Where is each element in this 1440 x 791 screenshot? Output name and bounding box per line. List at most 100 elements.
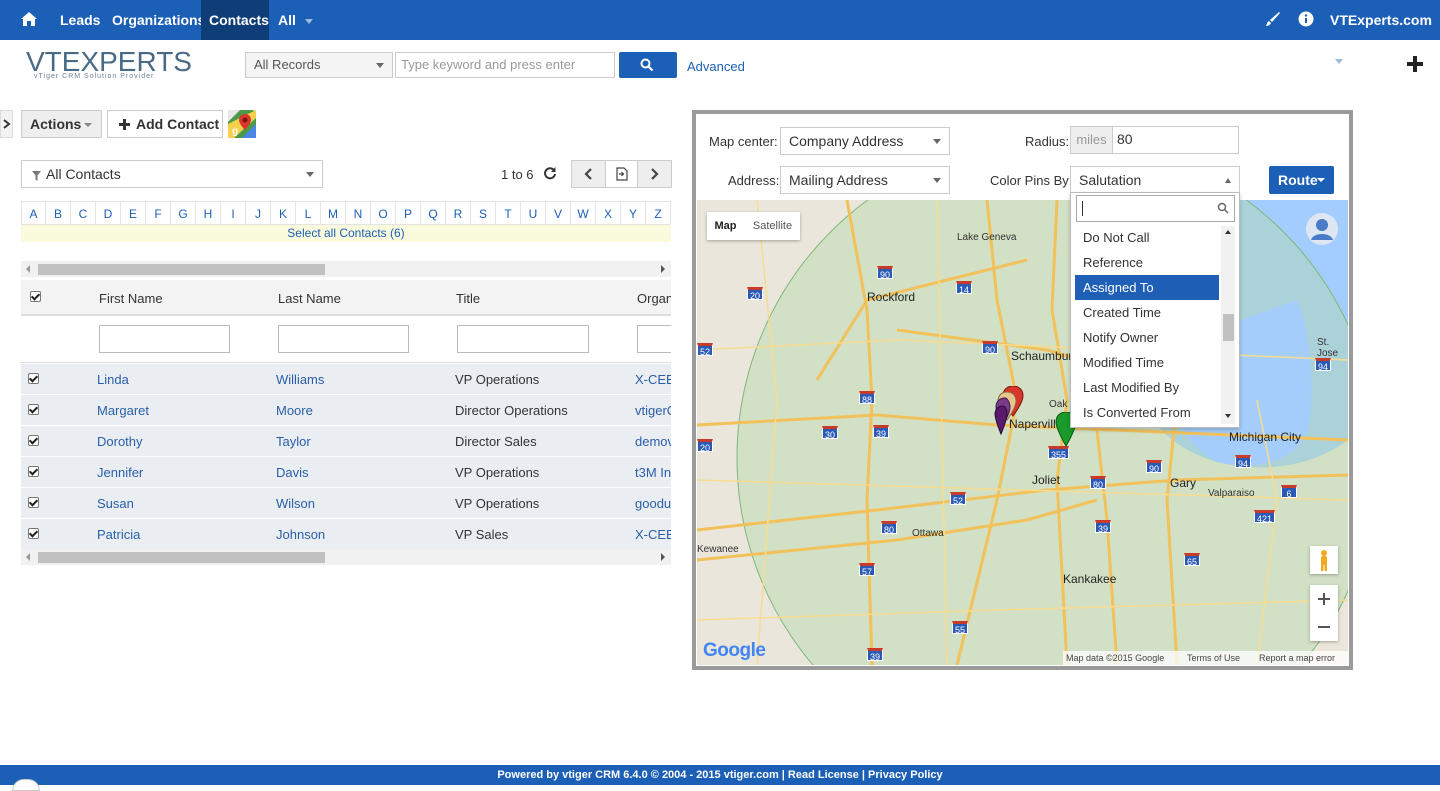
alphabet-letter[interactable]: D [96,201,121,225]
alphabet-letter[interactable]: F [146,201,171,225]
alphabet-letter[interactable]: K [271,201,296,225]
alphabet-letter[interactable]: C [71,201,96,225]
alphabet-letter[interactable]: L [296,201,321,225]
alphabet-letter[interactable]: V [546,201,571,225]
alphabet-letter[interactable]: B [46,201,71,225]
street-view-avatar-icon[interactable] [1305,212,1339,246]
organization-cell[interactable]: vtigerCRM [635,403,671,418]
table-scrollbar-top[interactable] [21,261,671,277]
select-all-link[interactable]: Select all Contacts (6) [21,225,671,242]
row-checkbox[interactable] [28,435,39,446]
alphabet-letter[interactable]: E [121,201,146,225]
table-row[interactable]: Margaret Moore Director Operations vtigerCR… [21,395,671,426]
filter-last-name-input[interactable] [278,325,409,353]
alphabet-letter[interactable]: W [571,201,596,225]
select-all-checkbox[interactable] [30,291,41,302]
report-map-error-link[interactable]: Report a map error [1259,651,1335,665]
nav-all[interactable]: All [270,0,321,40]
map-type-map-button[interactable]: Map [707,212,744,240]
plus-icon[interactable] [1406,55,1424,76]
alphabet-letter[interactable]: U [521,201,546,225]
prev-page-button[interactable] [572,161,606,187]
add-contact-button[interactable]: Add Contact [107,110,223,138]
organization-cell[interactable]: t3M Inc [635,465,671,480]
alphabet-letter[interactable]: X [596,201,621,225]
table-scrollbar-bottom[interactable] [21,549,671,565]
alphabet-letter[interactable]: Y [621,201,646,225]
first-name-cell[interactable]: Jennifer [97,465,143,480]
row-checkbox[interactable] [28,404,39,415]
first-name-cell[interactable]: Dorothy [97,434,143,449]
alphabet-letter[interactable]: A [21,201,46,225]
next-page-button[interactable] [638,161,672,187]
row-checkbox[interactable] [28,373,39,384]
organization-cell[interactable]: X-CEED [635,527,671,542]
alphabet-letter[interactable]: J [246,201,271,225]
last-name-cell[interactable]: Taylor [276,434,311,449]
dropdown-option[interactable]: Is Converted From [1075,400,1219,425]
filter-title-input[interactable] [457,325,589,353]
color-pins-select[interactable]: Salutation [1070,166,1240,194]
zoom-out-button[interactable] [1310,613,1338,641]
record-filter-select[interactable]: All Records [245,52,393,78]
table-row[interactable]: Jennifer Davis VP Operations t3M Inc [21,457,671,488]
alphabet-letter[interactable]: H [196,201,221,225]
home-icon[interactable] [20,10,38,28]
dropdown-option[interactable]: Created Time [1075,300,1219,325]
table-row[interactable]: Patricia Johnson VP Sales X-CEED [21,519,671,550]
filter-organization-input[interactable] [637,325,671,353]
dropdown-scrollbar[interactable] [1221,226,1235,424]
scrollbar-thumb[interactable] [38,552,325,563]
alphabet-letter[interactable]: G [171,201,196,225]
radius-input[interactable]: 80 [1113,127,1238,153]
nav-contacts[interactable]: Contacts [201,0,269,40]
nav-leads[interactable]: Leads [52,0,108,40]
row-checkbox[interactable] [28,497,39,508]
map-center-select[interactable]: Company Address [780,127,950,155]
advanced-search-link[interactable]: Advanced [687,59,745,74]
dropdown-option[interactable]: Reference [1075,250,1219,275]
pegman-icon[interactable] [1310,546,1338,574]
alphabet-letter[interactable]: O [371,201,396,225]
last-name-cell[interactable]: Williams [276,372,324,387]
dropdown-option[interactable]: Last Modified By [1075,375,1219,400]
last-name-cell[interactable]: Wilson [276,496,315,511]
sidebar-toggle[interactable] [0,110,13,138]
alphabet-letter[interactable]: M [321,201,346,225]
first-name-cell[interactable]: Susan [97,496,134,511]
first-name-cell[interactable]: Linda [97,372,129,387]
dropdown-option[interactable]: Modified Time [1075,350,1219,375]
scrollbar-thumb[interactable] [1223,314,1234,341]
search-button[interactable] [619,52,677,78]
alphabet-letter[interactable]: N [346,201,371,225]
column-title[interactable]: Title [456,291,480,306]
table-row[interactable]: Linda Williams VP Operations X-CEED [21,364,671,395]
organization-cell[interactable]: X-CEED [635,372,671,387]
refresh-icon[interactable] [543,166,557,183]
last-name-cell[interactable]: Johnson [276,527,325,542]
row-checkbox[interactable] [28,466,39,477]
search-input[interactable]: Type keyword and press enter [395,52,615,78]
table-row[interactable]: Susan Wilson VP Operations goodu [21,488,671,519]
scrollbar-thumb[interactable] [38,264,325,275]
first-name-cell[interactable]: Margaret [97,403,149,418]
row-checkbox[interactable] [28,528,39,539]
alphabet-letter[interactable]: R [446,201,471,225]
route-button[interactable]: Route [1269,166,1334,194]
alphabet-letter[interactable]: T [496,201,521,225]
table-row[interactable]: Dorothy Taylor Director Sales demovtiger [21,426,671,457]
organization-cell[interactable]: demovtiger [635,434,671,449]
jump-page-button[interactable] [606,161,638,187]
google-maps-icon[interactable]: g [228,110,256,138]
last-name-cell[interactable]: Davis [276,465,309,480]
alphabet-letter[interactable]: P [396,201,421,225]
list-filter-select[interactable]: All Contacts [21,160,323,188]
terms-of-use-link[interactable]: Terms of Use [1187,651,1240,665]
alphabet-letter[interactable]: Z [646,201,671,225]
column-first-name[interactable]: First Name [99,291,163,306]
organization-cell[interactable]: goodu [635,496,671,511]
actions-button[interactable]: Actions [21,110,102,138]
alphabet-letter[interactable]: I [221,201,246,225]
dropdown-search-input[interactable] [1076,195,1235,222]
address-select[interactable]: Mailing Address [780,166,950,194]
